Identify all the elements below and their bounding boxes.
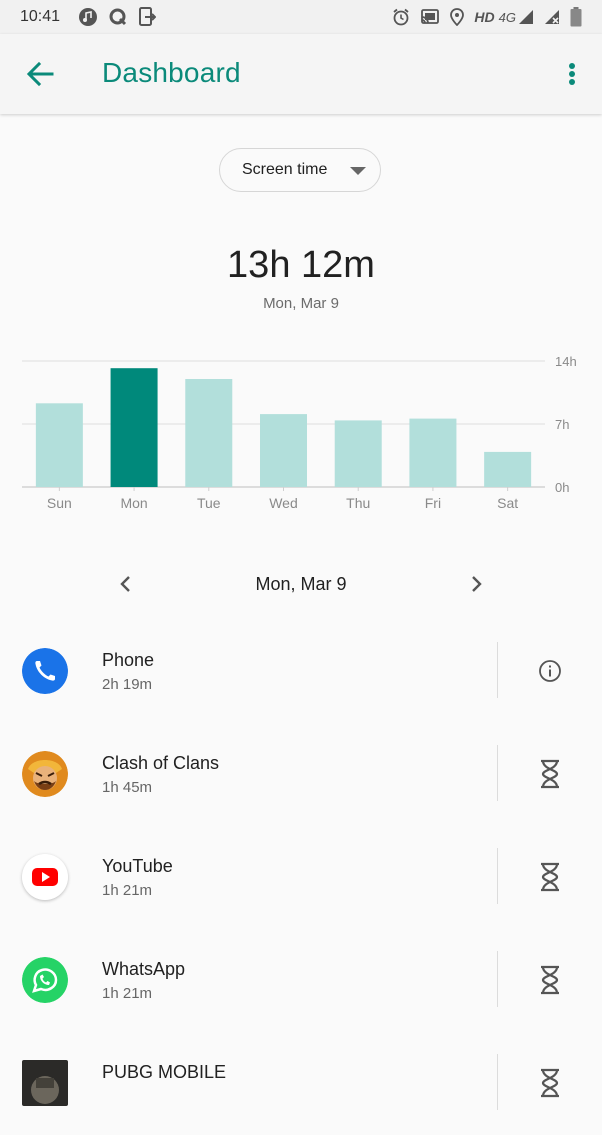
hourglass-icon xyxy=(541,965,559,995)
metric-dropdown-label: Screen time xyxy=(242,161,328,178)
app-info-button[interactable] xyxy=(532,653,568,689)
app-usage-time: 2h 19m xyxy=(102,676,153,693)
total-screen-time: 13h 12m xyxy=(227,244,375,286)
chart-bar xyxy=(35,403,83,487)
chart-x-tick-label: Sun xyxy=(47,495,72,511)
app-usage-time: 1h 21m xyxy=(102,882,153,899)
alarm-icon xyxy=(393,8,409,26)
chart-bar xyxy=(260,414,307,487)
battery-icon xyxy=(570,7,582,27)
app-name: WhatsApp xyxy=(102,959,186,979)
dropdown-arrow-icon xyxy=(350,167,366,175)
chart-x-tick-label: Tue xyxy=(197,495,221,511)
day-navigator: Mon, Mar 9 xyxy=(0,560,602,610)
divider xyxy=(497,848,498,904)
app-name: YouTube xyxy=(102,856,173,876)
app-usage-time: 1h 45m xyxy=(102,779,153,796)
network-type: 4G xyxy=(498,9,516,25)
hourglass-icon xyxy=(541,1068,559,1098)
info-icon xyxy=(539,660,561,682)
music-icon xyxy=(79,8,97,26)
list-item[interactable]: YouTube 1h 21m xyxy=(0,826,602,929)
chart-bar xyxy=(110,368,158,487)
app-bar: Dashboard xyxy=(0,34,602,114)
clash-of-clans-app-icon xyxy=(22,751,68,797)
location-icon xyxy=(450,8,465,26)
network-label: HD xyxy=(474,9,495,25)
list-item[interactable]: Phone 2h 19m xyxy=(0,620,602,723)
youtube-app-icon xyxy=(22,854,68,900)
whatsapp-app-icon xyxy=(22,957,68,1003)
app-usage-time: 1h 21m xyxy=(102,985,153,1002)
more-vert-icon xyxy=(569,63,575,85)
list-item[interactable]: WhatsApp 1h 21m xyxy=(0,929,602,1032)
chart-bar xyxy=(484,451,532,487)
app-name: PUBG MOBILE xyxy=(102,1062,227,1082)
page-title: Dashboard xyxy=(102,57,241,88)
arrow-back-icon xyxy=(26,61,54,87)
chart-x-tick-label: Thu xyxy=(346,495,370,511)
chart-bar xyxy=(185,379,233,487)
chevron-right-icon xyxy=(472,576,482,592)
app-timer-button[interactable] xyxy=(532,1065,568,1101)
chart-x-tick-label: Sat xyxy=(497,495,518,511)
divider xyxy=(497,745,498,801)
selected-day-label: Mon, Mar 9 xyxy=(255,574,347,594)
divider xyxy=(497,642,498,698)
app-usage-list: Phone 2h 19m Clash of Clans 1h 45m YouTu… xyxy=(0,620,602,1135)
list-item[interactable]: PUBG MOBILE xyxy=(0,1032,602,1135)
cast-icon xyxy=(421,9,440,24)
app-name: Phone xyxy=(102,650,155,670)
chart-y-tick-label: 7h xyxy=(555,417,569,432)
sim-exit-icon xyxy=(139,7,156,26)
back-button[interactable] xyxy=(24,60,56,88)
pubg-app-icon xyxy=(22,1060,68,1106)
usage-bar-chart: 0h 7h 14h Sun Mon Tue Wed Thu Fri Sat xyxy=(22,354,577,511)
chart-y-tick-label: 0h xyxy=(555,480,569,495)
divider xyxy=(497,1054,498,1110)
hourglass-icon xyxy=(541,759,559,789)
chart-x-tick-label: Mon xyxy=(120,495,147,511)
app-timer-button[interactable] xyxy=(532,859,568,895)
chart-bar xyxy=(409,418,457,487)
more-options-button[interactable] xyxy=(562,60,582,90)
signal-icon xyxy=(519,10,533,24)
status-time: 10:41 xyxy=(20,8,61,25)
app-timer-button[interactable] xyxy=(532,962,568,998)
summary-date: Mon, Mar 9 xyxy=(263,295,339,312)
chart-bar xyxy=(334,420,382,487)
next-day-button[interactable] xyxy=(462,570,490,598)
chart-y-tick-label: 14h xyxy=(555,354,577,369)
phone-app-icon xyxy=(22,648,68,694)
metric-dropdown[interactable]: Screen time xyxy=(219,148,381,192)
chart-x-tick-label: Fri xyxy=(425,495,441,511)
chart-x-tick-label: Wed xyxy=(269,495,298,511)
q-app-icon xyxy=(109,8,127,26)
list-item[interactable]: Clash of Clans 1h 45m xyxy=(0,723,602,826)
divider xyxy=(497,951,498,1007)
hourglass-icon xyxy=(541,862,559,892)
app-timer-button[interactable] xyxy=(532,756,568,792)
signal-x-icon xyxy=(545,10,559,24)
app-name: Clash of Clans xyxy=(102,753,220,773)
status-bar: 10:41 HD 4G xyxy=(0,0,602,34)
